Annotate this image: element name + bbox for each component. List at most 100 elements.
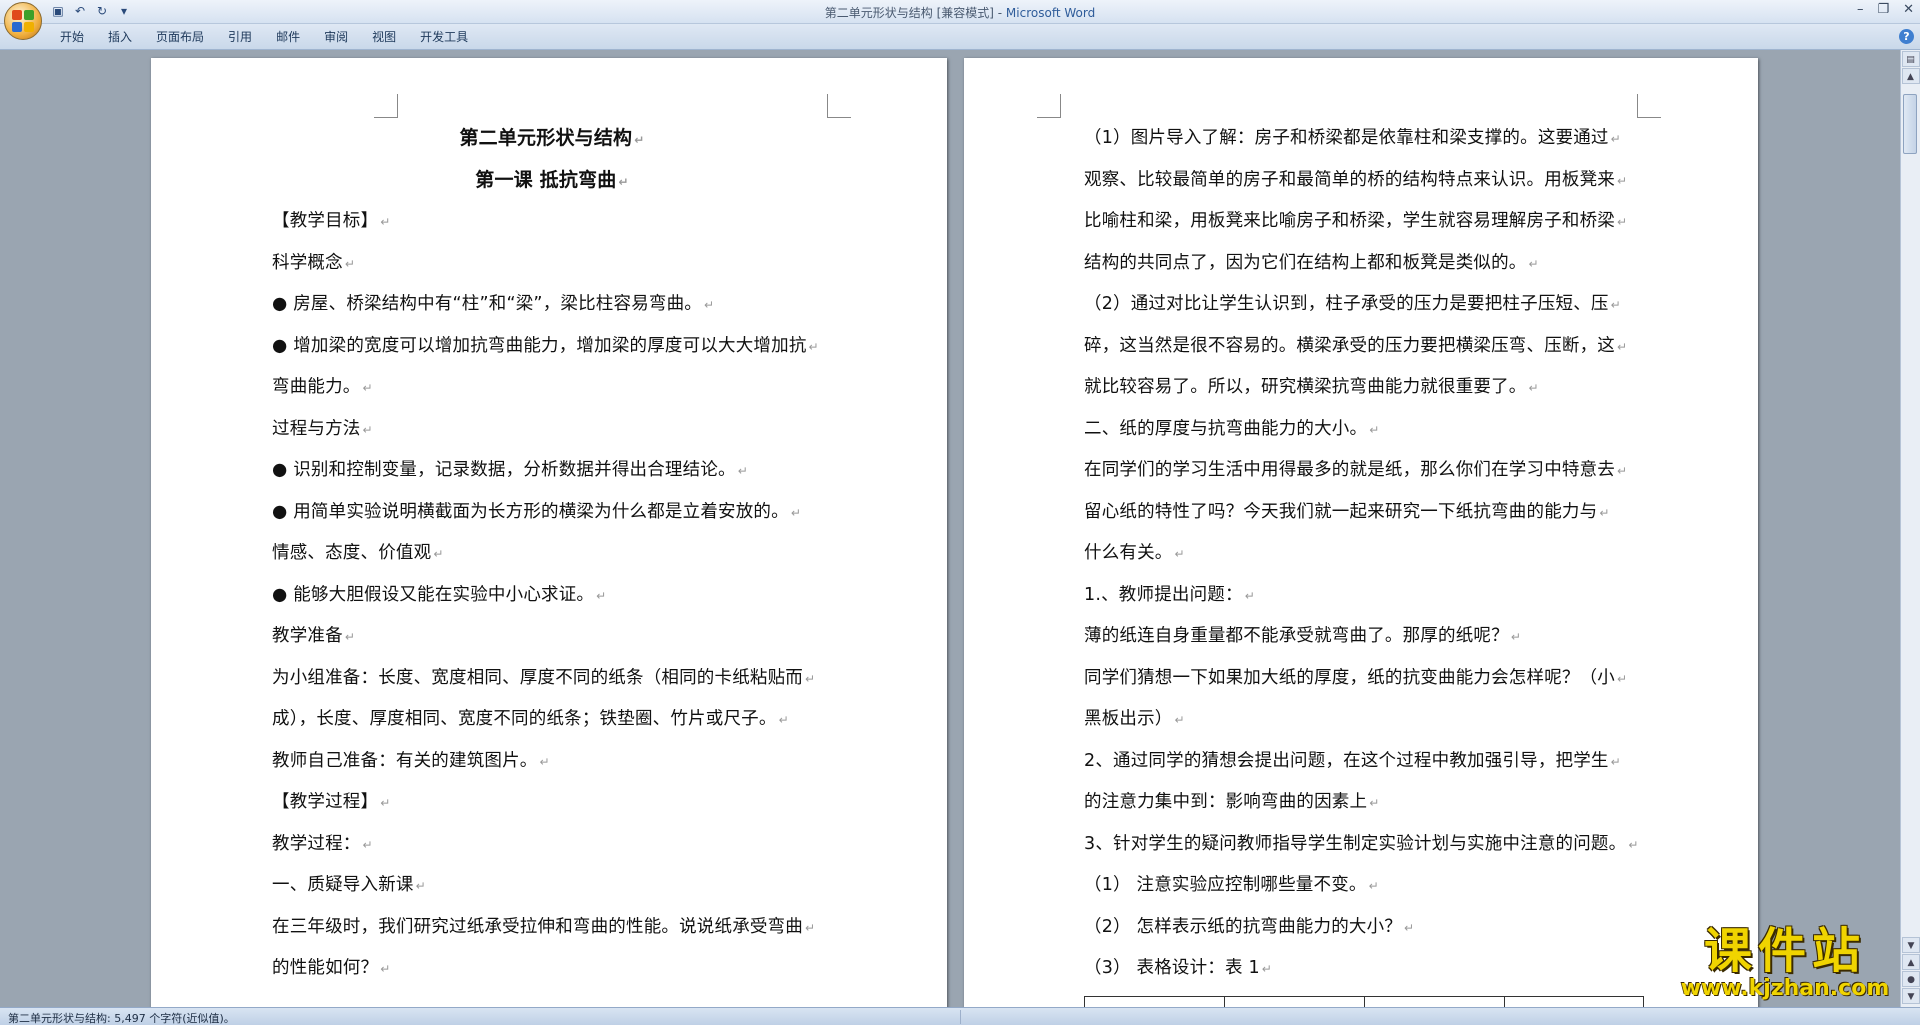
- document-workspace: 第二单元形状与结构 ↵ 第一课 抵抗弯曲 ↵ 【教学目标】 ↵ 科学概念 ↵ ● 房屋、桥梁…: [0, 50, 1900, 1007]
- tab-developer[interactable]: 开发工具: [408, 29, 480, 45]
- close-icon[interactable]: ✕: [1903, 2, 1914, 17]
- watermark-title: 课件站: [1703, 923, 1866, 979]
- line-text: 的性能如何？: [272, 958, 379, 978]
- paragraph-line: 科学概念 ↵: [272, 243, 832, 285]
- minimize-icon[interactable]: –: [1857, 2, 1864, 17]
- paragraph-mark-icon: ↵: [1610, 754, 1621, 769]
- paragraph-line: ● 识别和控制变量，记录数据，分析数据并得出合理结论。 ↵: [272, 450, 832, 492]
- ruler-toggle-icon[interactable]: ▤: [1901, 51, 1920, 67]
- line-text: 教师自己准备：有关的建筑图片。: [272, 750, 538, 771]
- right-page-content[interactable]: （1）图片导入了解：房子和桥梁都是依靠柱和梁支撑的。这要通过 ↵ 观察、比较最简单的…: [1084, 118, 1644, 990]
- line-text: 结构的共同点了，因为它们在结构上都和板凳是类似的。: [1084, 252, 1527, 273]
- line-text: （3） 表格设计：表 1: [1084, 958, 1260, 978]
- paragraph-mark-icon: ↵: [362, 381, 373, 395]
- line-text: 比喻柱和梁，用板凳来比喻房子和桥梁，学生就容易理解房子和桥梁: [1084, 211, 1615, 231]
- paragraph-mark-icon: ↵: [1617, 671, 1628, 686]
- window-controls: – ❐ ✕: [1857, 2, 1914, 17]
- doc-title: 第二单元形状与结构 ↵: [459, 127, 645, 149]
- scroll-thumb[interactable]: [1903, 94, 1917, 154]
- paragraph-mark-icon: ↵: [1369, 796, 1380, 810]
- office-logo-icon: [12, 10, 34, 32]
- document-title: 第二单元形状与结构 [兼容模式] -: [824, 6, 1006, 20]
- watermark-logo: 课件站 www.kjzhan.com: [1670, 925, 1900, 1005]
- line-text: 3、针对学生的疑问教师指导学生制定实验计划与实施中注意的问题。: [1084, 833, 1627, 854]
- paragraph-mark-icon: ↵: [1174, 713, 1185, 727]
- paragraph-mark-icon: ↵: [596, 588, 607, 603]
- lesson-title: 第一课 抵抗弯曲 ↵: [475, 168, 629, 191]
- browse-buttons: ▼ ▲ ● ▼: [1902, 936, 1920, 1005]
- paragraph-line: 就比较容易了。所以，研究横梁抗弯曲能力就很重要了。 ↵: [1084, 367, 1644, 409]
- select-browse-object-icon[interactable]: ●: [1902, 971, 1920, 987]
- vertical-scrollbar[interactable]: ▤ ▲ ▼ ▲ ● ▼: [1900, 50, 1920, 1007]
- tab-page-layout[interactable]: 页面布局: [144, 29, 216, 45]
- line-text: 在同学们的学习生活中用得最多的就是纸，那么你们在学习中特意去: [1084, 460, 1615, 480]
- scroll-down-icon[interactable]: ▼: [1902, 937, 1920, 953]
- paragraph-line: （1） 注意实验应控制哪些量不变。 ↵: [1084, 865, 1644, 907]
- paragraph-mark-icon: ↵: [1617, 215, 1628, 229]
- table-1-top-border: [1084, 996, 1644, 1007]
- paragraph-mark-icon: ↵: [344, 630, 356, 644]
- line-text: 就比较容易了。所以，研究横梁抗弯曲能力就很重要了。: [1084, 377, 1527, 397]
- crop-mark: [374, 94, 398, 118]
- paragraph-line: ● 能够大胆假设又能在实验中小心求证。 ↵: [272, 575, 832, 617]
- line-text: 在三年级时，我们研究过纸承受拉伸和弯曲的性能。说说纸承受弯曲: [272, 916, 803, 937]
- tab-mailings[interactable]: 邮件: [264, 29, 312, 45]
- paragraph-line: 1.、教师提出问题： ↵: [1084, 575, 1644, 617]
- line-text: （1）图片导入了解：房子和桥梁都是依靠柱和梁支撑的。这要通过: [1084, 128, 1609, 148]
- paragraph-line: 为小组准备：长度、宽度相同、厚度不同的纸条（相同的卡纸粘贴而 ↵: [272, 658, 832, 700]
- paragraph-mark-icon: ↵: [380, 796, 391, 810]
- paragraph-mark-icon: ↵: [1261, 962, 1273, 976]
- title-bar: ▣ ↶ ↻ ▾ 第二单元形状与结构 [兼容模式] - Microsoft Wor…: [0, 0, 1920, 40]
- paragraph-line: 情感、态度、价值观 ↵: [272, 533, 832, 575]
- line-text: 科学概念: [272, 252, 343, 273]
- previous-page-icon[interactable]: ▲: [1902, 954, 1920, 970]
- help-icon[interactable]: ?: [1899, 29, 1914, 44]
- line-text: 碎，这当然是很不容易的。横梁承受的压力要把横梁压弯、压断，这: [1084, 335, 1615, 356]
- tab-view[interactable]: 视图: [360, 29, 408, 45]
- paragraph-line: 弯曲能力。 ↵: [272, 367, 832, 409]
- line-text: ● 识别和控制变量，记录数据，分析数据并得出合理结论。: [272, 460, 736, 480]
- tab-insert[interactable]: 插入: [96, 29, 144, 45]
- status-divider: [960, 1010, 961, 1024]
- paragraph-line: 什么有关。 ↵: [1084, 533, 1644, 575]
- paragraph-mark-icon: ↵: [344, 256, 356, 271]
- line-text: ● 增加梁的宽度可以增加抗弯曲能力，增加梁的厚度可以大大增加抗: [272, 335, 807, 356]
- paragraph-line: 在同学们的学习生活中用得最多的就是纸，那么你们在学习中特意去 ↵: [1084, 450, 1644, 492]
- word-count-status[interactable]: 第二单元形状与结构: 5,497 个字符(近似值)。: [8, 1010, 235, 1025]
- paragraph-line: （2）通过对比让学生认识到，柱子承受的压力是要把柱子压短、压 ↵: [1084, 284, 1644, 326]
- tab-review[interactable]: 审阅: [312, 29, 360, 45]
- scroll-up-icon[interactable]: ▲: [1901, 68, 1920, 84]
- line-text: 什么有关。: [1084, 543, 1173, 563]
- line-text: 薄的纸连自身重量都不能承受就弯曲了。那厚的纸呢？: [1084, 626, 1509, 646]
- line-text: 黑板出示）: [1084, 709, 1173, 729]
- left-page-content[interactable]: 第二单元形状与结构 ↵ 第一课 抵抗弯曲 ↵ 【教学目标】 ↵ 科学概念 ↵ ● 房屋、桥梁…: [272, 118, 832, 990]
- line-text: 观察、比较最简单的房子和最简单的桥的结构特点来认识。用板凳来: [1084, 169, 1615, 190]
- paragraph-mark-icon: ↵: [1599, 505, 1610, 520]
- ribbon: 开始 插入 页面布局 引用 邮件 审阅 视图 开发工具 ?: [0, 24, 1920, 50]
- page-left[interactable]: 第二单元形状与结构 ↵ 第一课 抵抗弯曲 ↵ 【教学目标】 ↵ 科学概念 ↵ ● 房屋、桥梁…: [151, 58, 947, 1007]
- watermark-url: www.kjzhan.com: [1680, 976, 1890, 1001]
- restore-icon[interactable]: ❐: [1877, 2, 1889, 17]
- status-bar: 第二单元形状与结构: 5,497 个字符(近似值)。: [0, 1007, 1920, 1025]
- next-page-icon[interactable]: ▼: [1902, 988, 1920, 1004]
- paragraph-line: 同学们猜想一下如果加大纸的厚度，纸的抗变曲能力会怎样呢？（小 ↵: [1084, 658, 1644, 700]
- tab-home[interactable]: 开始: [48, 29, 96, 45]
- paragraph-line: 过程与方法 ↵: [272, 409, 832, 451]
- paragraph-line: （1）图片导入了解：房子和桥梁都是依靠柱和梁支撑的。这要通过 ↵: [1084, 118, 1644, 160]
- tab-references[interactable]: 引用: [216, 29, 264, 45]
- paragraph-mark-icon: ↵: [1404, 920, 1415, 935]
- crop-mark: [1637, 94, 1661, 118]
- line-text: 1.、教师提出问题：: [1084, 584, 1243, 605]
- paragraph-mark-icon: ↵: [1174, 547, 1185, 561]
- paragraph-mark-icon: ↵: [805, 920, 816, 935]
- line-text: 教学准备: [272, 626, 343, 646]
- line-text: 为小组准备：长度、宽度相同、厚度不同的纸条（相同的卡纸粘贴而: [272, 667, 803, 688]
- paragraph-mark-icon: ↵: [704, 298, 715, 312]
- paragraph-line: 薄的纸连自身重量都不能承受就弯曲了。那厚的纸呢？ ↵: [1084, 616, 1644, 658]
- office-button[interactable]: [4, 2, 42, 40]
- paragraph-mark-icon: ↵: [1368, 879, 1379, 893]
- paragraph-mark-icon: ↵: [380, 962, 391, 976]
- paragraph-line: 【教学过程】 ↵: [272, 782, 832, 824]
- paragraph-line: 黑板出示） ↵: [1084, 699, 1644, 741]
- page-right[interactable]: （1）图片导入了解：房子和桥梁都是依靠柱和梁支撑的。这要通过 ↵ 观察、比较最简单的…: [964, 58, 1758, 1007]
